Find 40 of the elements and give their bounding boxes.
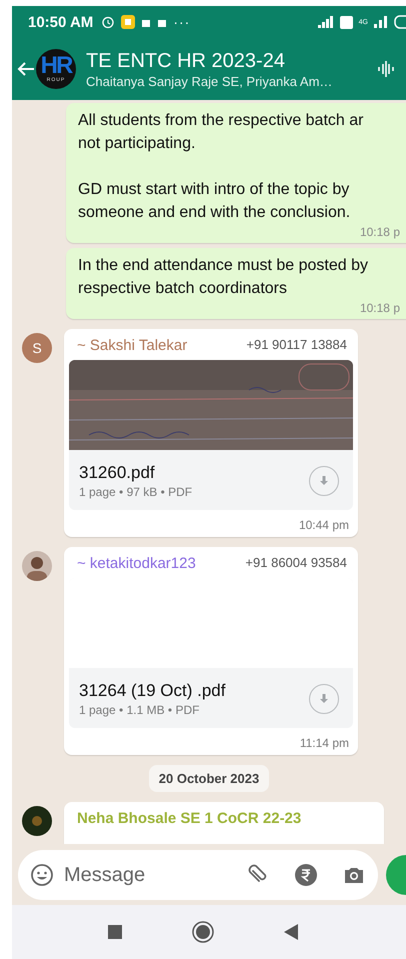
alarm-icon <box>101 15 116 29</box>
file-name: 31264 (19 Oct) .pdf <box>79 680 226 702</box>
notification-icon <box>157 17 168 27</box>
sender-name: ~ Sakshi Talekar <box>77 337 188 354</box>
emoji-icon[interactable] <box>30 863 54 887</box>
sender-phone: +91 90117 13884 <box>246 337 347 354</box>
sender-phone: +91 86004 93584 <box>245 555 347 572</box>
chat-title: TE ENTC HR 2023-24 <box>86 48 286 72</box>
message-time: 10:18 p <box>358 224 400 240</box>
message-time: 10:44 pm <box>298 517 350 532</box>
document-card[interactable]: 31264 (19 Oct) .pdf 1 page • 1.1 MB • PDF <box>69 578 353 728</box>
notification-icon <box>141 17 152 27</box>
avatar <box>22 551 52 581</box>
more-notifications: ··· <box>173 14 190 30</box>
message-text: All students from the respective batch ar not participating. GD must start with intro of the topic by someone and end with the conclusion. <box>78 111 364 223</box>
message-field[interactable]: Message <box>18 850 378 900</box>
app-icon <box>121 15 136 29</box>
download-icon <box>318 693 330 705</box>
download-icon <box>318 475 330 487</box>
sender-name: ~ ketakitodkar123 <box>77 555 196 572</box>
file-name: 31260.pdf <box>79 462 156 484</box>
file-details: 1 page • 1.1 MB • PDF <box>79 702 200 718</box>
signal-icon <box>374 16 388 28</box>
avatar <box>22 806 52 836</box>
message-time: 11:14 pm <box>298 735 350 750</box>
status-time: 10:50 AM <box>28 14 94 30</box>
file-details: 1 page • 97 kB • PDF <box>79 484 194 500</box>
rupee-icon[interactable] <box>294 863 318 887</box>
message-text: In the end attendance must be posted by respective batch coordinators <box>78 256 369 299</box>
members-list: Chaitanya Sanjay Raje SE, Priyanka Am… <box>86 72 378 90</box>
avatar: S <box>22 333 52 363</box>
audio-wave-icon[interactable] <box>378 60 394 78</box>
date-divider: 20 October 2023 <box>148 765 270 792</box>
sender-name: Neha Bhosale SE 1 CoCR 22-23 <box>77 810 302 827</box>
document-card[interactable]: 31260.pdf 1 page • 97 kB • PDF <box>69 360 353 510</box>
battery-icon <box>394 15 406 29</box>
back-icon[interactable] <box>284 924 298 940</box>
home-icon[interactable] <box>192 921 214 943</box>
signal-icon <box>318 16 334 28</box>
message-time: 10:18 p <box>358 300 400 316</box>
